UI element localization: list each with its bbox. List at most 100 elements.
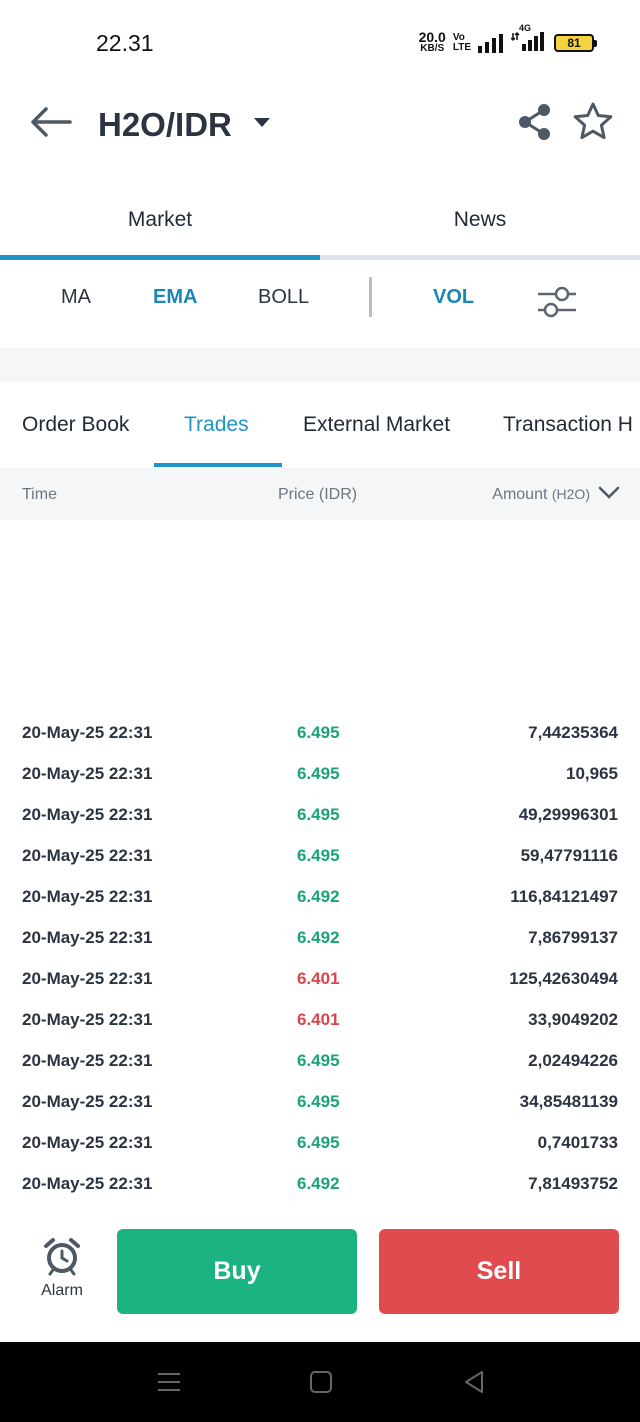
table-row: 20-May-25 22:31 6.495 7,44235364: [0, 712, 640, 753]
signal-icon: [478, 34, 503, 53]
battery-icon: 81: [554, 34, 597, 52]
trade-time: 20-May-25 22:31: [22, 1133, 153, 1152]
back-nav-icon[interactable]: [462, 1370, 486, 1394]
header: H2O/IDR: [0, 86, 640, 170]
trade-price: 6.495: [297, 1133, 340, 1152]
trades-table-header: Time Price (IDR) Amount (H2O): [0, 468, 640, 520]
trade-amount: 33,9049202: [528, 1010, 618, 1029]
table-row: 20-May-25 22:31 6.492 116,84121497: [0, 876, 640, 917]
back-arrow-icon[interactable]: [28, 102, 74, 142]
trade-price: 6.495: [297, 846, 340, 865]
tab-market-label: Market: [127, 208, 193, 231]
trade-time: 20-May-25 22:31: [22, 1092, 153, 1111]
signal-4g-icon: [510, 31, 544, 51]
trade-time: 20-May-25 22:31: [22, 846, 153, 865]
home-icon[interactable]: [309, 1370, 333, 1394]
share-icon[interactable]: [516, 103, 554, 141]
trade-price: 6.401: [297, 1010, 340, 1029]
tab-market[interactable]: Market: [0, 185, 320, 255]
table-row: 20-May-25 22:31 6.495 59,47791116: [0, 835, 640, 876]
buy-button-label: Buy: [213, 1257, 261, 1285]
trade-amount: 7,81493752: [528, 1174, 618, 1193]
column-amount[interactable]: Amount (H2O): [492, 486, 590, 504]
tab-transaction-history[interactable]: Transaction H: [503, 413, 633, 437]
sell-button[interactable]: Sell: [379, 1229, 619, 1314]
indicator-bar: MA EMA BOLL VOL: [0, 262, 640, 340]
trade-price: 6.401: [297, 969, 340, 988]
trade-price: 6.495: [297, 723, 340, 742]
trade-price: 6.495: [297, 1092, 340, 1111]
trade-amount: 34,85481139: [519, 1092, 618, 1111]
table-row: 20-May-25 22:31 6.495 49,29996301: [0, 794, 640, 835]
column-time: Time: [22, 486, 57, 503]
pair-title[interactable]: H2O/IDR: [98, 106, 232, 144]
alarm-label: Alarm: [41, 1282, 83, 1299]
star-icon[interactable]: [571, 100, 615, 144]
recent-apps-icon[interactable]: [157, 1370, 181, 1394]
trade-amount: 10,965: [566, 764, 618, 783]
indicator-ema[interactable]: EMA: [153, 286, 197, 309]
alarm-button[interactable]: Alarm: [30, 1236, 94, 1306]
trade-price: 6.495: [297, 764, 340, 783]
table-row: 20-May-25 22:31 6.495 0,7401733: [0, 1122, 640, 1163]
trade-amount: 49,29996301: [518, 805, 618, 824]
action-bar: Alarm Buy Sell: [0, 1212, 640, 1342]
sub-tabs: Order Book Trades External Market Transa…: [0, 382, 640, 468]
system-nav-bar: [0, 1342, 640, 1422]
table-row: 20-May-25 22:31 6.495 34,85481139: [0, 1081, 640, 1122]
trade-price: 6.495: [297, 1051, 340, 1070]
indicator-vol[interactable]: VOL: [433, 286, 474, 309]
table-row: 20-May-25 22:31 6.495 2,02494226: [0, 1040, 640, 1081]
trade-time: 20-May-25 22:31: [22, 805, 153, 824]
trade-amount: 116,84121497: [510, 887, 618, 906]
column-amount-unit: (H2O): [551, 486, 590, 502]
caret-down-icon[interactable]: [253, 117, 271, 129]
trade-amount: 2,02494226: [528, 1051, 618, 1070]
sliders-icon[interactable]: [536, 282, 578, 322]
trade-price: 6.492: [297, 928, 340, 947]
trade-amount: 7,86799137: [528, 928, 618, 947]
tab-active-indicator: [0, 255, 320, 260]
tab-news-label: News: [453, 208, 507, 231]
network-speed-unit: KB/S: [420, 43, 445, 54]
tab-trades[interactable]: Trades: [184, 413, 249, 437]
network-speed-value: 20.0: [418, 29, 446, 45]
column-price: Price (IDR): [278, 486, 358, 503]
trade-time: 20-May-25 22:31: [22, 723, 153, 742]
trade-time: 20-May-25 22:31: [22, 928, 153, 947]
trade-amount: 125,42630494: [509, 969, 618, 988]
table-row: 20-May-25 22:31 6.495 10,965: [0, 753, 640, 794]
table-row: 20-May-25 22:31 6.492 7,86799137: [0, 917, 640, 958]
chevron-down-icon[interactable]: [598, 486, 620, 500]
tab-external-market[interactable]: External Market: [303, 413, 450, 437]
status-bar: 22.31 20.0 KB/S Vo LTE 4G 81: [0, 0, 640, 86]
volte-bottom: LTE: [452, 42, 471, 53]
trade-price: 6.492: [297, 1174, 340, 1193]
volte-indicator: Vo LTE: [453, 33, 471, 53]
tab-order-book[interactable]: Order Book: [22, 413, 129, 437]
trade-time: 20-May-25 22:31: [22, 1051, 153, 1070]
trade-price: 6.495: [297, 805, 340, 824]
main-tabs: Market News: [0, 185, 640, 261]
trade-time: 20-May-25 22:31: [22, 1010, 153, 1029]
trade-price: 6.492: [297, 887, 340, 906]
trade-amount: 0,7401733: [537, 1133, 618, 1152]
trade-amount: 7,44235364: [528, 723, 618, 742]
trade-time: 20-May-25 22:31: [22, 969, 153, 988]
alarm-clock-icon: [44, 1238, 80, 1276]
buy-button[interactable]: Buy: [117, 1229, 357, 1314]
tab-news[interactable]: News: [320, 185, 640, 255]
column-amount-label: Amount: [492, 486, 548, 503]
network-speed: 20.0 KB/S: [418, 29, 446, 54]
sub-tab-active-indicator: [154, 463, 282, 467]
trade-time: 20-May-25 22:31: [22, 764, 153, 783]
table-row: 20-May-25 22:31 6.492 7,81493752: [0, 1163, 640, 1204]
indicator-ma[interactable]: MA: [61, 286, 91, 309]
indicator-divider: [369, 277, 372, 317]
status-indicators: 20.0 KB/S Vo LTE 4G 81: [418, 23, 597, 58]
indicator-boll[interactable]: BOLL: [258, 286, 309, 309]
trade-time: 20-May-25 22:31: [22, 1174, 153, 1193]
table-row: 20-May-25 22:31 6.401 125,42630494: [0, 958, 640, 999]
signal-4g: 4G: [510, 23, 547, 56]
battery-level: 81: [567, 36, 581, 50]
